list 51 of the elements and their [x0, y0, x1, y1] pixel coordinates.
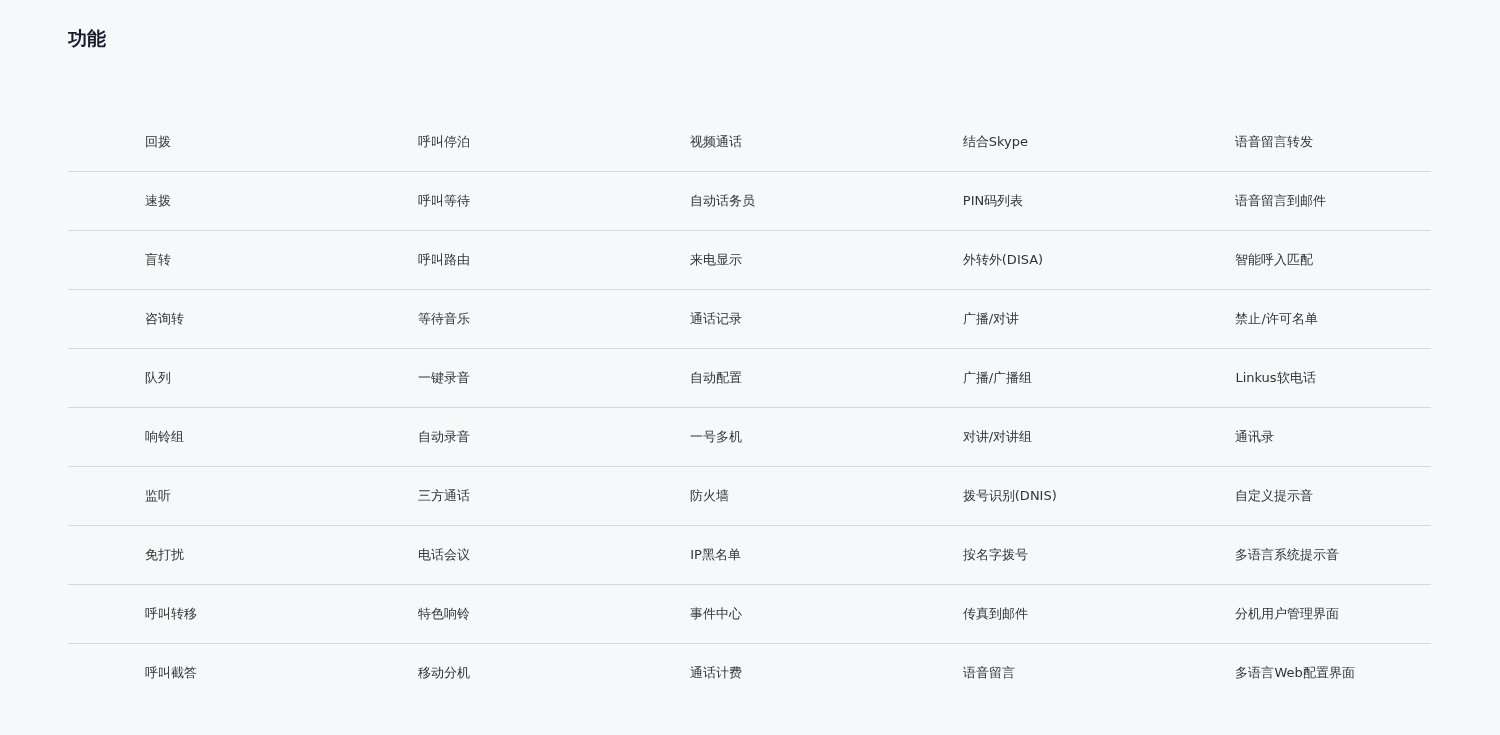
feature-name: 防火墙 [690, 488, 730, 503]
feature-name: 免打扰 [145, 547, 184, 562]
feature-name: 通话记录 [690, 311, 743, 326]
feature-name: 外转外(DISA) [962, 252, 1044, 267]
feature-name: 广播/对讲 [962, 311, 1020, 326]
feature-name: 来电显示 [690, 252, 743, 267]
feature-name: 自动录音 [417, 429, 470, 444]
feature-name: 事件中心 [690, 606, 743, 621]
feature-name: 广播/广播组 [962, 370, 1033, 385]
feature-name: 速拨 [145, 193, 171, 208]
feature-name: 一号多机 [690, 429, 743, 444]
feature-name: 呼叫截答 [145, 665, 197, 680]
feature-name: 盲转 [145, 252, 171, 267]
feature-name: 咨询转 [145, 311, 184, 326]
feature-name: 多语言系统提示音 [1235, 547, 1340, 562]
feature-name: 通讯录 [1235, 429, 1275, 444]
feature-name: 按名字拨号 [962, 547, 1028, 562]
feature-name: 分机用户管理界面 [1235, 606, 1340, 621]
feature-name: 呼叫路由 [417, 252, 470, 267]
section-title: 功能 [68, 26, 107, 50]
feature-name: 队列 [145, 370, 171, 385]
feature-name: 特色响铃 [417, 606, 470, 621]
feature-name: 三方通话 [417, 488, 470, 503]
feature-name: PIN码列表 [962, 193, 1024, 208]
feature-name: 通话计费 [690, 665, 743, 680]
feature-name: 一键录音 [417, 370, 470, 385]
feature-name: 语音留言转发 [1235, 134, 1314, 149]
feature-name: 自动配置 [690, 370, 743, 385]
feature-name: 结合Skype [962, 134, 1029, 149]
feature-name: 对讲/对讲组 [962, 429, 1033, 444]
feature-name: 呼叫等待 [417, 193, 470, 208]
feature-name: 呼叫停泊 [417, 134, 470, 149]
feature-name: 传真到邮件 [962, 606, 1028, 621]
feature-name: IP黑名单 [690, 547, 741, 562]
feature-name: 多语言Web配置界面 [1235, 665, 1355, 680]
feature-name: 视频通话 [690, 134, 743, 149]
feature-name: 自定义提示音 [1235, 488, 1314, 503]
feature-name: 拨号识别(DNIS) [962, 488, 1057, 503]
feature-name: 监听 [145, 488, 171, 503]
feature-name: 智能呼入匹配 [1235, 252, 1314, 267]
feature-name: 移动分机 [417, 665, 470, 680]
feature-name: 自动话务员 [690, 193, 756, 208]
feature-name: Linkus软电话 [1235, 370, 1316, 385]
feature-name: 等待音乐 [417, 311, 470, 326]
feature-name: 语音留言到邮件 [1235, 193, 1327, 208]
feature-name: 呼叫转移 [145, 606, 197, 621]
feature-name: 回拨 [145, 134, 171, 149]
feature-name: 语音留言 [962, 665, 1015, 680]
feature-name: 禁止/许可名单 [1235, 311, 1318, 326]
feature-name: 响铃组 [145, 429, 184, 444]
feature-name: 电话会议 [417, 547, 470, 562]
